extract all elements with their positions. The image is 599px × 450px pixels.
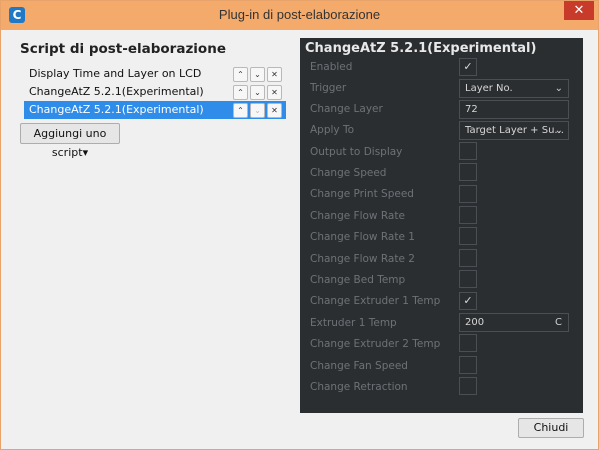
setting-label-change-bed-temp: Change Bed Temp [310,274,406,286]
setting-label-change-retraction: Change Retraction [310,381,408,393]
setting-label-change-layer: Change Layer [310,103,383,115]
change-print-speed-checkbox[interactable] [459,185,477,203]
enabled-checkbox[interactable]: ✓ [459,58,477,76]
apply-to-value: Target Layer + Su... [465,125,564,136]
change-extruder-2-temp-checkbox[interactable] [459,334,477,352]
setting-label-change-flow-rate-1: Change Flow Rate 1 [310,231,415,243]
script-settings-title: ChangeAtZ 5.2.1(Experimental) [305,41,537,56]
script-item-changeatz-2[interactable]: ChangeAtZ 5.2.1(Experimental) ⌃ ⌄ ✕ [24,101,286,119]
dialog-content: Script di post-elaborazione Display Time… [8,31,591,442]
setting-label-apply-to: Apply To [310,124,355,136]
scripts-heading: Script di post-elaborazione [20,41,226,57]
window-close-button[interactable]: ✕ [564,1,594,20]
trigger-value: Layer No. [465,83,513,94]
move-down-button[interactable]: ⌄ [250,85,265,100]
setting-label-change-extruder-1-temp: Change Extruder 1 Temp [310,295,441,307]
change-fan-speed-checkbox[interactable] [459,356,477,374]
setting-label-extruder-1-temp: Extruder 1 Temp [310,317,397,329]
change-flow-rate-checkbox[interactable] [459,206,477,224]
close-dialog-button[interactable]: Chiudi [518,418,584,438]
setting-label-trigger: Trigger [310,82,347,94]
script-item-changeatz-1[interactable]: ChangeAtZ 5.2.1(Experimental) ⌃ ⌄ ✕ [24,83,286,101]
setting-label-enabled: Enabled [310,61,353,73]
temp-unit: C [555,317,562,328]
check-icon: ✓ [463,60,473,73]
setting-label-change-print-speed: Change Print Speed [310,188,414,200]
window-title: Plug-in di post-elaborazione [218,7,381,22]
script-item-label: ChangeAtZ 5.2.1(Experimental) [29,103,204,116]
script-item-display-time[interactable]: Display Time and Layer on LCD ⌃ ⌄ ✕ [24,65,286,83]
extruder-1-temp-input[interactable]: 200 C [459,313,569,332]
trigger-select[interactable]: Layer No. ⌄ [459,79,569,98]
remove-script-button[interactable]: ✕ [267,85,282,100]
change-extruder-1-temp-checkbox[interactable]: ✓ [459,292,477,310]
change-flow-rate-1-checkbox[interactable] [459,227,477,245]
add-script-button[interactable]: Aggiungi uno script▾ [20,123,120,159]
script-item-label: ChangeAtZ 5.2.1(Experimental) [29,85,204,98]
remove-script-button[interactable]: ✕ [267,103,282,118]
script-settings-panel: ChangeAtZ 5.2.1(Experimental) Enabled ✓ … [300,38,583,413]
chevron-down-icon: ⌄ [554,125,563,136]
add-script-label: Aggiungi uno script [33,127,107,159]
change-flow-rate-2-checkbox[interactable] [459,249,477,267]
change-speed-checkbox[interactable] [459,163,477,181]
check-icon: ✓ [463,294,473,307]
title-bar[interactable]: C Plug-in di post-elaborazione ✕ [1,1,598,30]
change-layer-value: 72 [465,104,478,115]
setting-label-change-speed: Change Speed [310,167,387,179]
extruder-1-temp-value: 200 [465,317,485,328]
change-retraction-checkbox[interactable] [459,377,477,395]
move-up-button[interactable]: ⌃ [233,85,248,100]
setting-label-change-fan-speed: Change Fan Speed [310,360,408,372]
move-down-button[interactable]: ⌄ [250,67,265,82]
change-bed-temp-checkbox[interactable] [459,270,477,288]
output-to-display-checkbox[interactable] [459,142,477,160]
setting-label-change-extruder-2-temp: Change Extruder 2 Temp [310,338,441,350]
setting-label-output-to-display: Output to Display [310,146,403,158]
setting-label-change-flow-rate-2: Change Flow Rate 2 [310,253,415,265]
script-item-label: Display Time and Layer on LCD [29,67,202,80]
dropdown-arrow-icon: ▾ [82,146,89,159]
chevron-down-icon: ⌄ [554,83,563,94]
move-up-button[interactable]: ⌃ [233,67,248,82]
change-layer-input[interactable]: 72 [459,100,569,119]
move-down-button[interactable]: ⌄ [250,103,265,118]
apply-to-select[interactable]: Target Layer + Su... ⌄ [459,121,569,140]
move-up-button[interactable]: ⌃ [233,103,248,118]
setting-label-change-flow-rate: Change Flow Rate [310,210,405,222]
dialog-window: C Plug-in di post-elaborazione ✕ Script … [0,0,599,450]
remove-script-button[interactable]: ✕ [267,67,282,82]
